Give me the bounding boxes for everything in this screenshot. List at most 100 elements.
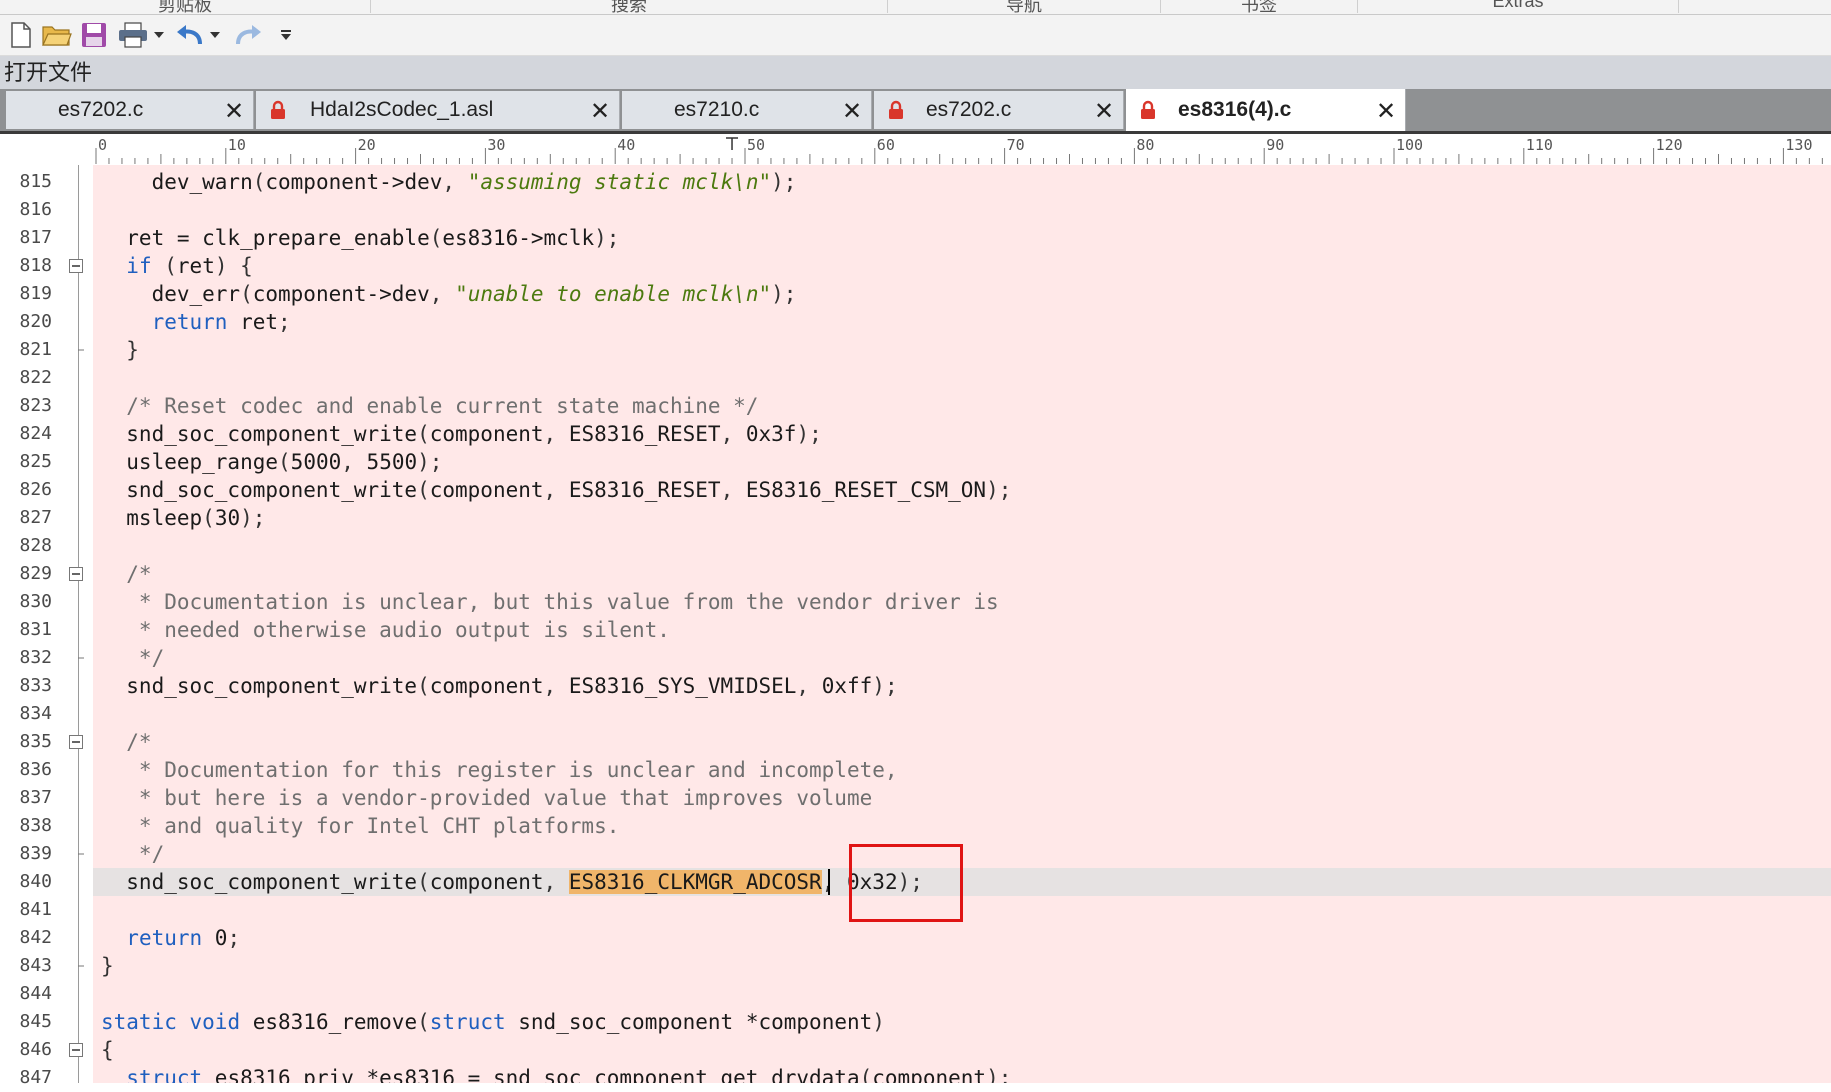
tab-close-button[interactable]: ✕ [842,97,862,126]
line-number: 832 [19,647,52,668]
code-line[interactable]: /* [93,728,1831,756]
line-number: 821 [19,339,52,360]
line-number: 828 [19,535,52,556]
open-folder-icon [42,26,72,46]
save-button[interactable] [78,20,110,50]
fold-collapse-icon[interactable] [68,560,84,588]
fold-collapse-icon[interactable] [68,728,84,756]
line-number: 830 [19,591,52,612]
tab-close-button[interactable]: ✕ [224,97,244,126]
line-number: 827 [19,507,52,528]
search-highlight: ES8316_CLKMGR_ADCOSR [568,870,822,894]
tab-close-button[interactable]: ✕ [1094,97,1114,126]
ruler-label: 120 [1656,136,1683,154]
undo-dropdown[interactable] [208,20,222,50]
code-line[interactable]: /* [93,560,1831,588]
lock-icon [889,100,903,119]
code-line[interactable]: snd_soc_component_write(component, ES831… [93,672,1831,700]
line-number: 847 [19,1067,52,1088]
code-line[interactable]: */ [93,644,1831,672]
code-line[interactable]: * but here is a vendor-provided value th… [93,784,1831,812]
code-line[interactable]: { [93,1036,1831,1064]
line-number: 816 [19,199,52,220]
code-line[interactable]: static void es8316_remove(struct snd_soc… [93,1008,1831,1036]
print-dropdown[interactable] [152,20,166,50]
customize-toolbar-button[interactable] [278,20,294,50]
code-line[interactable]: * and quality for Intel CHT platforms. [93,812,1831,840]
panel-title-text: 打开文件 [4,60,93,85]
code-line[interactable]: msleep(30); [93,504,1831,532]
ribbon-group-label: 导航 [1006,0,1042,15]
code-line[interactable]: /* Reset codec and enable current state … [93,392,1831,420]
tab-es7210-c[interactable]: es7210.c ✕ [622,91,872,129]
open-file-button[interactable] [40,20,74,50]
code-line[interactable]: ret = clk_prepare_enable(es8316->mclk); [93,224,1831,252]
code-line[interactable]: if (ret) { [93,252,1831,280]
undo-button[interactable] [174,20,206,50]
line-number: 838 [19,815,52,836]
ruler-label: 90 [1266,136,1284,154]
ribbon-group-navigate: 导航 [888,0,1161,15]
tab-close-button[interactable]: ✕ [590,97,610,126]
line-number-gutter: 815 816 817 818 819 820 821 822 823 824 825 826 827 8… [0,165,93,1088]
code-line[interactable]: dev_err(component->dev, "unable to enabl… [93,280,1831,308]
line-number: 845 [19,1011,52,1032]
tab-label: es8316(4).c [1178,98,1292,121]
ruler-label: 100 [1396,136,1423,154]
code-line[interactable]: } [93,952,1831,980]
fold-collapse-icon[interactable] [68,1036,84,1064]
save-icon [82,23,106,47]
code-line[interactable]: return ret; [93,308,1831,336]
tab-hdai2scodec-asl[interactable]: HdaI2sCodec_1.asl ✕ [256,91,620,129]
ribbon-group-label: 搜索 [611,0,647,15]
print-button[interactable] [116,20,150,50]
code-line[interactable] [93,980,1831,1008]
ruler-label: 40 [617,136,635,154]
code-line[interactable]: struct es8316_priv *es8316 = snd_soc_com… [93,1064,1831,1083]
fold-collapse-icon[interactable] [68,252,84,280]
code-line[interactable]: snd_soc_component_write(component, ES831… [93,476,1831,504]
line-number: 843 [19,955,52,976]
lock-icon [271,100,285,119]
code-line[interactable]: } [93,336,1831,364]
ruler-label: 0 [98,136,107,154]
code-line[interactable] [93,700,1831,728]
ribbon-group-extras: Extras [1358,0,1679,13]
code-line[interactable] [93,196,1831,224]
tab-label: es7210.c [674,98,760,121]
line-number: 822 [19,367,52,388]
code-line[interactable]: return 0; [93,924,1831,952]
tab-close-button[interactable]: ✕ [1376,97,1396,126]
ribbon-group-clipboard: 剪贴板 [0,0,371,14]
chevron-down-icon [210,32,220,38]
line-number: 846 [19,1039,52,1060]
tab-es7202-c-locked[interactable]: es7202.c ✕ [874,91,1124,129]
tab-label: es7202.c [58,98,144,121]
print-icon [119,22,147,48]
ruler-cursor-marker [726,137,739,150]
fold-end-marker [68,336,84,364]
new-file-icon [11,22,31,48]
quick-access-toolbar [0,15,1831,56]
line-number: 841 [19,899,52,920]
code-line[interactable]: usleep_range(5000, 5500); [93,448,1831,476]
code-line[interactable]: dev_warn(component->dev, "assuming stati… [93,168,1831,196]
line-number: 825 [19,451,52,472]
line-number: 829 [19,563,52,584]
code-line[interactable]: snd_soc_component_write(component, ES831… [93,420,1831,448]
tab-es7202-c[interactable]: es7202.c ✕ [6,91,254,129]
code-line[interactable] [93,532,1831,560]
lock-icon [1141,100,1155,119]
redo-icon [236,25,261,45]
ruler-ticks: 0 10 20 30 40 50 60 70 80 90 100 110 120 130 [95,136,1823,164]
line-number: 817 [19,227,52,248]
code-line[interactable] [93,364,1831,392]
code-line[interactable]: * Documentation for this register is unc… [93,756,1831,784]
ruler-label: 110 [1526,136,1553,154]
tab-es8316-4-c[interactable]: es8316(4).c ✕ [1126,89,1406,131]
new-file-button[interactable] [6,20,36,50]
redo-button[interactable] [232,20,264,50]
code-line[interactable]: * needed otherwise audio output is silen… [93,616,1831,644]
code-line[interactable]: * Documentation is unclear, but this val… [93,588,1831,616]
code-editor[interactable]: dev_warn(component->dev, "assuming stati… [93,165,1831,1083]
